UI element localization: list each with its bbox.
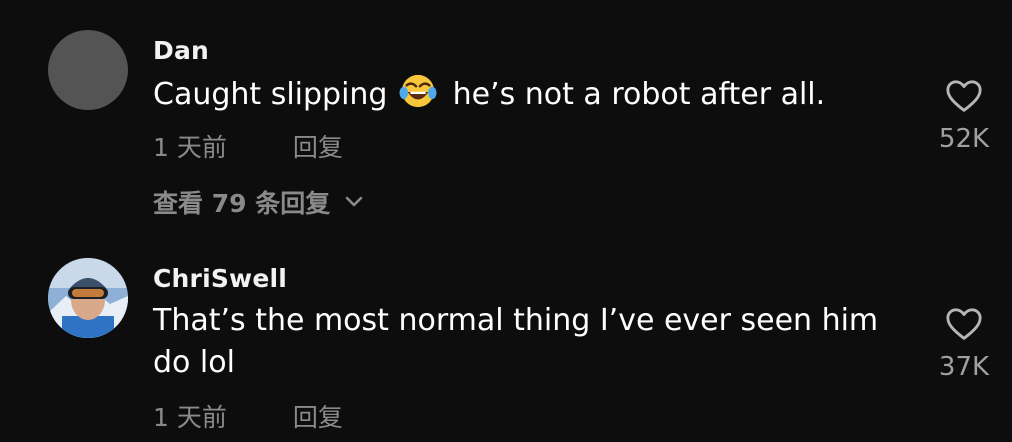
- comment-text: That’s the most normal thing I’ve ever s…: [153, 303, 879, 380]
- comment-meta: 1 天前 回复: [153, 128, 343, 164]
- heart-outline-icon[interactable]: [945, 78, 983, 116]
- like-control: 52K: [934, 78, 994, 154]
- like-count: 52K: [938, 124, 990, 154]
- chevron-down-icon: [345, 196, 363, 207]
- reply-button[interactable]: 回复: [293, 133, 343, 162]
- view-replies-button[interactable]: 查看 79 条回复: [153, 184, 364, 220]
- comment-username[interactable]: Dan: [153, 36, 209, 65]
- reply-button[interactable]: 回复: [293, 403, 343, 432]
- avatar-image: [48, 258, 128, 338]
- comment-item: ChriSwell That’s the most normal thing I…: [0, 240, 1012, 442]
- view-replies-label: 查看 79 条回复: [153, 189, 331, 218]
- comment-meta: 1 天前 回复: [153, 398, 343, 434]
- avatar[interactable]: [48, 30, 128, 110]
- like-control: 37K: [934, 306, 994, 382]
- avatar[interactable]: [48, 258, 128, 338]
- comment-username[interactable]: ChriSwell: [153, 264, 287, 293]
- comment-text-part: he’s not a robot after all.: [452, 77, 826, 112]
- heart-outline-icon[interactable]: [945, 306, 983, 344]
- comment-text-part: Caught slipping: [153, 77, 388, 112]
- like-count: 37K: [938, 352, 990, 382]
- comment-text: Caught slipping he’s not a robot after a…: [153, 72, 913, 116]
- comment-time: 1 天前: [153, 403, 227, 432]
- comment-item: Dan Caught slipping he’s not a robot aft…: [0, 0, 1012, 240]
- comment-time: 1 天前: [153, 133, 227, 162]
- tears-of-joy-emoji: [399, 74, 437, 108]
